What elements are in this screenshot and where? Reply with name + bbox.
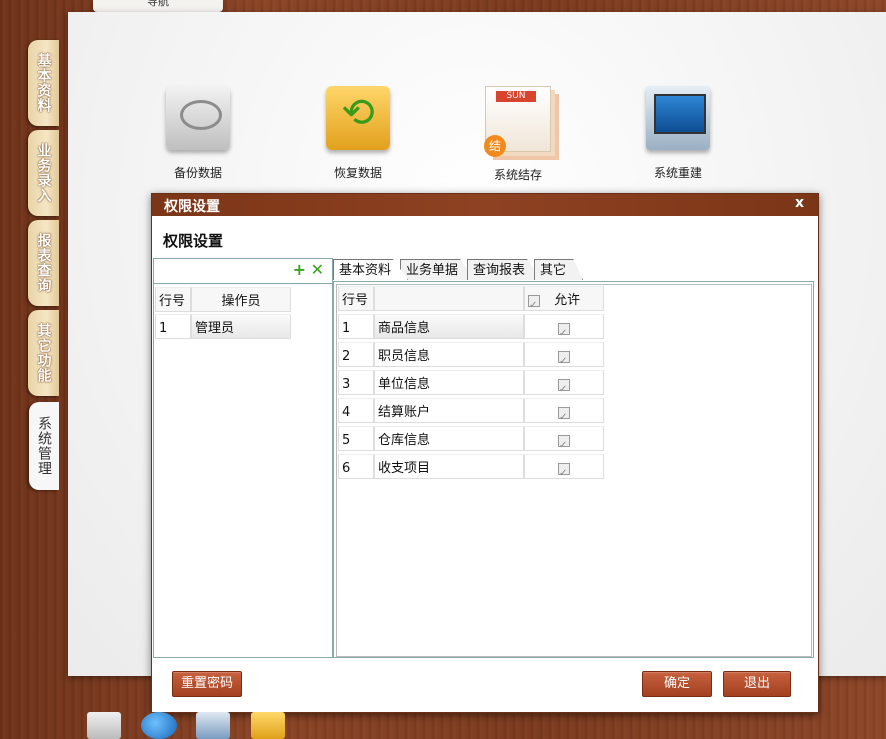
- side-tab-label: 报表查询: [35, 233, 52, 293]
- side-tab-basic-data[interactable]: 基本资料: [28, 40, 59, 126]
- checkbox-icon[interactable]: [528, 292, 540, 310]
- checkbox-icon[interactable]: [558, 376, 570, 394]
- table-row[interactable]: 3 单位信息: [338, 370, 604, 397]
- column-header-name: [374, 286, 524, 311]
- side-tab-system-management[interactable]: 系统管理: [29, 402, 59, 490]
- column-header-allow: 允许: [524, 286, 604, 311]
- tool-label: 恢复数据: [333, 166, 382, 180]
- side-tab-label: 其它功能: [35, 323, 52, 383]
- column-header-row-number: 行号: [155, 287, 191, 312]
- permission-dialog: 权限设置 x 权限设置 + ✕ 行号 操作员 1 管理员 基本资料 业务单据 查…: [151, 193, 819, 713]
- allow-cell[interactable]: [524, 398, 604, 423]
- table-row[interactable]: 5 仓库信息: [338, 426, 604, 453]
- database-upload-icon[interactable]: [196, 712, 230, 739]
- allow-cell[interactable]: [524, 454, 604, 479]
- allow-cell[interactable]: [524, 342, 604, 367]
- column-header-operator: 操作员: [191, 287, 291, 312]
- permission-name: 收支项目: [374, 454, 524, 479]
- globe-icon[interactable]: [141, 712, 177, 739]
- restore-data-tool[interactable]: 恢复数据: [303, 86, 413, 181]
- settings-icon[interactable]: [87, 712, 121, 739]
- row-number: 1: [155, 314, 191, 339]
- row-number: 2: [338, 342, 374, 367]
- restore-icon: [326, 86, 390, 150]
- system-rebuild-tool[interactable]: 系统重建: [623, 86, 733, 181]
- operator-toolbar: + ✕: [153, 258, 333, 283]
- allow-label: 允许: [554, 293, 581, 308]
- tool-label: 备份数据: [173, 166, 222, 180]
- tool-label: 系统重建: [653, 166, 702, 180]
- row-number: 3: [338, 370, 374, 395]
- checkbox-icon[interactable]: [558, 460, 570, 478]
- permission-name: 仓库信息: [374, 426, 524, 451]
- close-icon[interactable]: x: [795, 194, 804, 212]
- row-number: 5: [338, 426, 374, 451]
- dialog-heading: 权限设置: [163, 232, 224, 250]
- operator-name[interactable]: 管理员: [191, 314, 291, 339]
- permission-tabs: 基本资料 业务单据 查询报表 其它: [333, 259, 584, 281]
- exit-button[interactable]: 退出: [723, 671, 791, 697]
- checkbox-icon[interactable]: [558, 348, 570, 366]
- tool-label: 系统结存: [493, 168, 542, 182]
- side-tab-report-query[interactable]: 报表查询: [28, 220, 59, 306]
- top-tab[interactable]: 导航: [93, 0, 223, 12]
- permission-grid-body: 行号 允许 1 商品信息 2 职员信息 3 单位信息: [336, 284, 812, 657]
- table-row[interactable]: 6 收支项目: [338, 454, 604, 481]
- table-row[interactable]: 1 商品信息: [338, 314, 604, 341]
- operator-grid: 行号 操作员 1 管理员: [153, 283, 333, 658]
- permission-name: 结算账户: [374, 398, 524, 423]
- checkbox-icon[interactable]: [558, 432, 570, 450]
- dialog-title-bar: 权限设置 x: [152, 194, 818, 216]
- table-row[interactable]: 1 管理员: [155, 314, 291, 341]
- permission-grid-header: 行号 允许: [338, 286, 604, 313]
- table-row[interactable]: 4 结算账户: [338, 398, 604, 425]
- permission-name: 单位信息: [374, 370, 524, 395]
- row-number: 6: [338, 454, 374, 479]
- delete-icon[interactable]: ✕: [311, 260, 324, 279]
- permission-name: 商品信息: [374, 314, 524, 339]
- dialog-title: 权限设置: [164, 199, 220, 215]
- carry-forward-icon: [484, 86, 551, 157]
- side-tab-label: 系统管理: [36, 416, 52, 476]
- operator-grid-header: 行号 操作员: [155, 287, 291, 314]
- side-tab-other-functions[interactable]: 其它功能: [28, 310, 59, 396]
- permission-name: 职员信息: [374, 342, 524, 367]
- top-tab-label: 导航: [147, 0, 169, 8]
- monitor-icon: [646, 86, 710, 150]
- checkbox-icon[interactable]: [558, 404, 570, 422]
- ok-button[interactable]: 确定: [642, 671, 712, 697]
- allow-cell[interactable]: [524, 370, 604, 395]
- tab-basic-data[interactable]: 基本资料: [333, 259, 409, 280]
- allow-cell[interactable]: [524, 314, 604, 339]
- tab-other[interactable]: 其它: [534, 259, 584, 280]
- permission-grid: 行号 允许 1 商品信息 2 职员信息 3 单位信息: [333, 281, 814, 658]
- side-tab-business-entry[interactable]: 业务录入: [28, 130, 59, 216]
- add-icon[interactable]: +: [293, 260, 306, 279]
- table-row[interactable]: 2 职员信息: [338, 342, 604, 369]
- side-tab-label: 基本资料: [35, 53, 52, 113]
- row-number: 1: [338, 314, 374, 339]
- column-header-row-number: 行号: [338, 286, 374, 311]
- reset-password-button[interactable]: 重置密码: [172, 671, 242, 697]
- row-number: 4: [338, 398, 374, 423]
- backup-data-tool[interactable]: 备份数据: [143, 86, 253, 181]
- checkbox-icon[interactable]: [558, 320, 570, 338]
- tab-business-documents[interactable]: 业务单据: [400, 259, 476, 280]
- hard-drive-icon: [166, 86, 230, 150]
- system-carry-forward-tool[interactable]: 系统结存: [463, 86, 573, 183]
- allow-cell[interactable]: [524, 426, 604, 451]
- side-tab-label: 业务录入: [35, 143, 52, 203]
- user-transfer-icon[interactable]: [251, 712, 285, 739]
- tab-query-reports[interactable]: 查询报表: [467, 259, 543, 280]
